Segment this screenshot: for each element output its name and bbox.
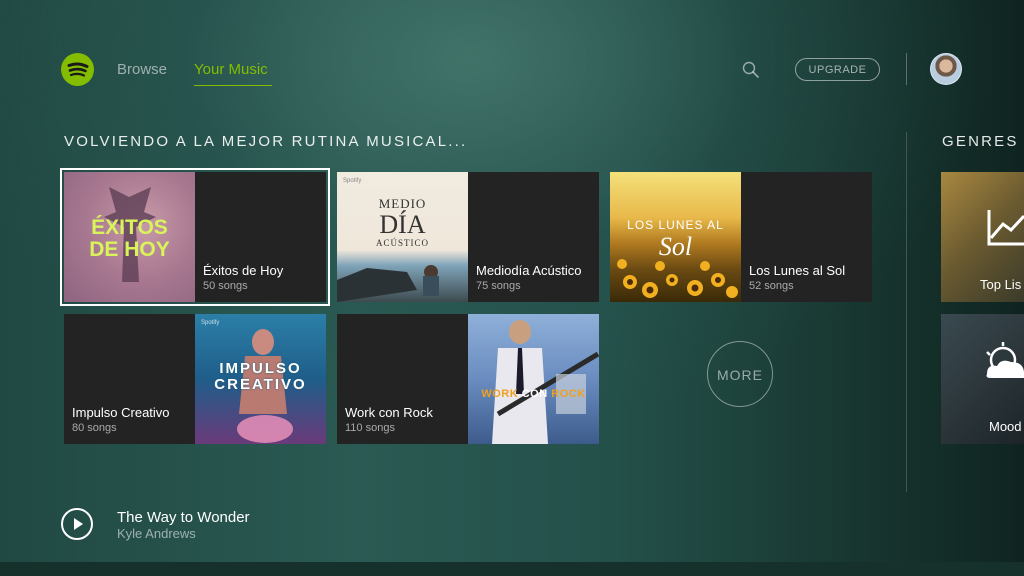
play-icon xyxy=(74,518,83,530)
playlist-song-count: 110 songs xyxy=(345,422,395,434)
genre-card-top-lists[interactable]: Top Lis xyxy=(941,172,1024,302)
playlist-cover-text: CON xyxy=(521,388,548,400)
more-button[interactable]: MORE xyxy=(707,341,773,407)
playlist-cover: Spotify IMPULSO CREATIVO xyxy=(195,314,326,444)
genres-section-title: GENRES & xyxy=(942,133,1024,150)
playlist-song-count: 50 songs xyxy=(203,280,248,292)
playlist-card-exitos-de-hoy[interactable]: ÉXITOS DE HOY Éxitos de Hoy 50 songs xyxy=(60,168,330,306)
tab-browse[interactable]: Browse xyxy=(117,61,167,78)
now-playing-artist: Kyle Andrews xyxy=(117,526,196,541)
avatar[interactable] xyxy=(930,53,962,85)
upgrade-button[interactable]: UPGRADE xyxy=(795,58,880,81)
playlist-cover-text: LOS LUNES AL xyxy=(627,218,724,232)
divider xyxy=(906,132,907,492)
playlist-cover: Spotify MEDIO DÍA ACÚSTICO xyxy=(337,172,468,302)
playlist-info: Impulso Creativo 80 songs xyxy=(64,314,195,444)
playlist-info: Work con Rock 110 songs xyxy=(337,314,468,444)
playlist-cover: LOS LUNES AL Sol xyxy=(610,172,741,302)
tab-your-music[interactable]: Your Music xyxy=(194,61,268,78)
genre-card-mood[interactable]: Mood xyxy=(941,314,1024,444)
spotify-logo-icon[interactable] xyxy=(61,53,94,86)
playlist-info: Éxitos de Hoy 50 songs xyxy=(195,172,326,302)
playlist-song-count: 52 songs xyxy=(749,280,794,292)
playlist-title: Impulso Creativo xyxy=(72,405,170,420)
playlist-cover-text: Sol xyxy=(658,232,693,261)
play-button[interactable] xyxy=(61,508,93,540)
top-bar: Browse Your Music UPGRADE xyxy=(0,0,1024,110)
playlist-cover-text: ÉXITOS DE HOY xyxy=(89,216,170,261)
now-playing-track: The Way to Wonder xyxy=(117,509,250,526)
bottom-bar xyxy=(0,562,1024,576)
divider xyxy=(906,53,907,85)
playlist-card-impulso-creativo[interactable]: Impulso Creativo 80 songs Spotify IMPULS… xyxy=(64,314,326,444)
playlist-info: Los Lunes al Sol 52 songs xyxy=(741,172,872,302)
search-icon[interactable] xyxy=(742,61,760,79)
playlist-song-count: 80 songs xyxy=(72,422,117,434)
section-title: VOLVIENDO A LA MEJOR RUTINA MUSICAL... xyxy=(64,133,468,150)
active-tab-underline xyxy=(194,85,272,86)
playlist-title: Work con Rock xyxy=(345,405,433,420)
playlist-card-work-con-rock[interactable]: Work con Rock 110 songs WORK CON ROCK xyxy=(337,314,599,444)
playlist-title: Éxitos de Hoy xyxy=(203,263,284,278)
playlist-cover-text: WORK CON ROCK xyxy=(468,388,599,400)
playlist-card-los-lunes-al-sol[interactable]: LOS LUNES AL Sol Los Lunes al Sol 52 son… xyxy=(610,172,872,302)
playlist-cover-text: CREATIVO xyxy=(214,376,307,393)
genre-label: Top Lis xyxy=(980,277,1022,292)
playlist-cover-text: WORK xyxy=(481,388,519,400)
playlist-cover-text: ROCK xyxy=(551,388,586,400)
playlist-cover-text: IMPULSO xyxy=(219,360,302,377)
playlist-title: Mediodía Acústico xyxy=(476,263,582,278)
genre-label: Mood xyxy=(989,419,1022,434)
playlist-cover: WORK CON ROCK xyxy=(468,314,599,444)
playlist-song-count: 75 songs xyxy=(476,280,521,292)
playlist-info: Mediodía Acústico 75 songs xyxy=(468,172,599,302)
playlist-card-mediodia-acustico[interactable]: Spotify MEDIO DÍA ACÚSTICO Mediodía Acús… xyxy=(337,172,599,302)
playlist-title: Los Lunes al Sol xyxy=(749,263,846,278)
playlist-cover: ÉXITOS DE HOY xyxy=(64,172,195,302)
